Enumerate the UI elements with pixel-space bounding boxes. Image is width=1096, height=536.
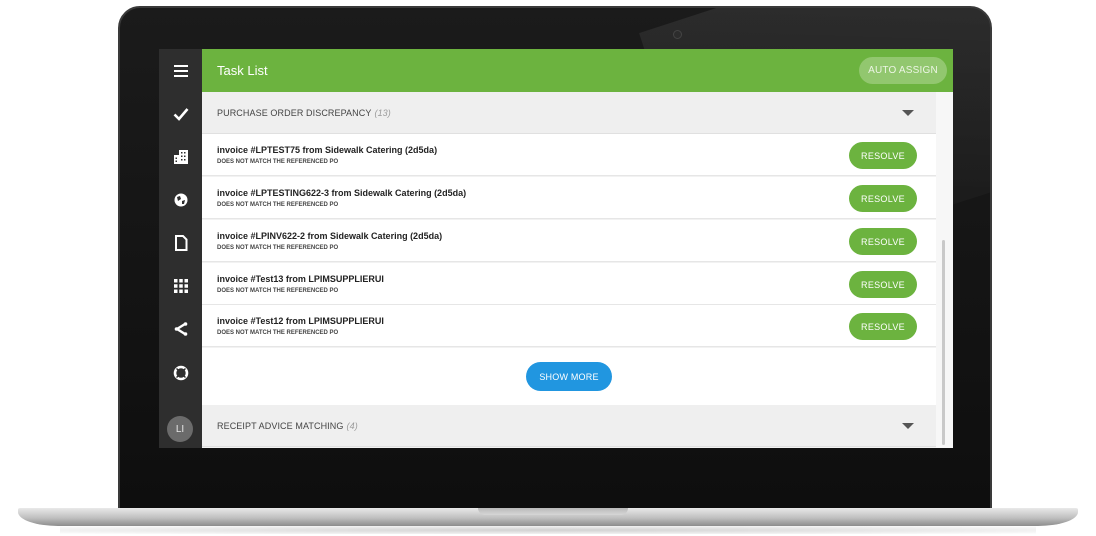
sidebar-item-share[interactable]	[159, 309, 202, 349]
sidebar-item-buildings[interactable]	[159, 137, 202, 177]
globe-icon	[174, 193, 187, 207]
task-subtitle: DOES NOT MATCH THE REFERENCED PO	[217, 245, 339, 251]
checkmark-icon	[173, 108, 188, 121]
resolve-button[interactable]: RESOLVE	[849, 228, 917, 255]
document-icon	[174, 235, 187, 251]
sidebar-item-globe[interactable]	[159, 180, 202, 220]
grid-icon	[173, 279, 188, 293]
task-row: invoice #Test13 from LPIMSUPPLIERUI DOES…	[202, 263, 936, 305]
task-list-content: PURCHASE ORDER DISCREPANCY (13) invoice #…	[202, 92, 936, 448]
section-header-purchase-order[interactable]: PURCHASE ORDER DISCREPANCY (13)	[202, 92, 936, 134]
task-subtitle: DOES NOT MATCH THE REFERENCED PO	[217, 288, 339, 294]
sidebar-item-documents[interactable]	[159, 223, 202, 263]
webcam	[673, 30, 682, 39]
resolve-button[interactable]: RESOLVE	[849, 313, 917, 340]
sidebar-item-apps[interactable]	[159, 266, 202, 306]
show-more-button[interactable]: SHOW MORE	[526, 362, 612, 391]
show-more-area: SHOW MORE	[202, 348, 936, 405]
resolve-button[interactable]: RESOLVE	[849, 185, 917, 212]
task-title: invoice #LPINV622-2 from Sidewalk Cateri…	[217, 231, 443, 241]
task-subtitle: DOES NOT MATCH THE REFERENCED PO	[217, 202, 339, 208]
task-title: invoice #Test12 from LPIMSUPPLIERUI	[217, 316, 384, 326]
chevron-down-icon[interactable]	[902, 423, 914, 429]
task-row: invoice #LPTESTING622-3 from Sidewalk Ca…	[202, 177, 936, 219]
task-row: invoice #Test12 from LPIMSUPPLIERUI DOES…	[202, 305, 936, 347]
laptop-shadow	[60, 526, 1036, 534]
sidebar-item-help[interactable]	[159, 353, 202, 393]
task-title: invoice #LPTESTING622-3 from Sidewalk Ca…	[217, 188, 467, 198]
section-title: PURCHASE ORDER DISCREPANCY (13)	[217, 108, 391, 118]
scrollbar-thumb[interactable]	[942, 240, 945, 445]
task-subtitle: DOES NOT MATCH THE REFERENCED PO	[217, 159, 339, 165]
resolve-button[interactable]: RESOLVE	[849, 271, 917, 298]
laptop-notch	[478, 508, 628, 515]
scrollbar[interactable]	[936, 92, 953, 448]
app-screen: LI Task List AUTO ASSIGN PURCHASE ORDER …	[159, 49, 953, 448]
section-count: (4)	[346, 421, 358, 431]
section-title: RECEIPT ADVICE MATCHING (4)	[217, 421, 358, 431]
building-icon	[173, 150, 188, 164]
lifebuoy-icon	[173, 365, 188, 381]
task-subtitle: DOES NOT MATCH THE REFERENCED PO	[217, 330, 339, 336]
sidebar-item-tasks[interactable]	[159, 94, 202, 134]
task-title: invoice #LPTEST75 from Sidewalk Catering…	[217, 145, 438, 155]
hamburger-icon	[173, 65, 188, 77]
section-count: (13)	[374, 108, 391, 118]
top-bar: Task List AUTO ASSIGN	[202, 49, 953, 92]
task-title: invoice #Test13 from LPIMSUPPLIERUI	[217, 274, 384, 284]
chevron-down-icon[interactable]	[902, 110, 914, 116]
user-avatar[interactable]: LI	[167, 416, 193, 442]
section-header-receipt-advice[interactable]: RECEIPT ADVICE MATCHING (4)	[202, 405, 936, 447]
task-row: invoice #LPTEST75 from Sidewalk Catering…	[202, 134, 936, 176]
task-row: invoice #LPINV622-2 from Sidewalk Cateri…	[202, 220, 936, 262]
resolve-button[interactable]: RESOLVE	[849, 142, 917, 169]
sidebar: LI	[159, 49, 202, 448]
share-icon	[174, 322, 187, 336]
menu-button[interactable]	[159, 51, 202, 91]
auto-assign-button[interactable]: AUTO ASSIGN	[859, 57, 947, 84]
page-title: Task List	[217, 63, 268, 78]
